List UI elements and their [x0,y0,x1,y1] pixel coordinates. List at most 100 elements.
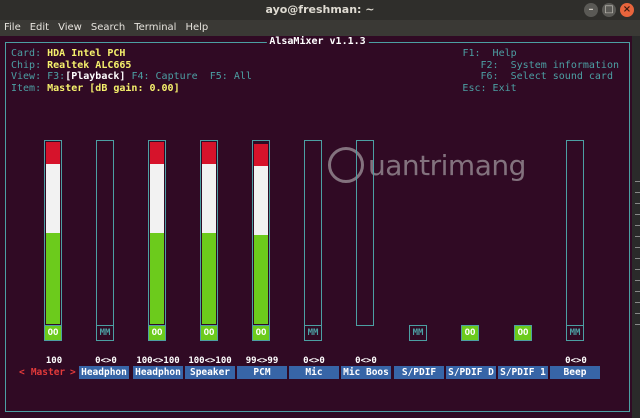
scrollbar-tick [635,269,640,270]
volume-bar[interactable] [252,140,270,326]
selection-arrow-left: < [19,367,25,378]
minimize-icon[interactable]: – [584,3,598,17]
chip-value: Realtek ALC665 [47,59,132,71]
scrollbar-tick [635,280,640,281]
channel-name[interactable]: Master [26,366,70,379]
card-value: HDA Intel PCH [47,48,126,59]
selection-arrow-right: > [70,367,76,378]
help-f6: F6: Select sound card [480,71,613,82]
level-red [254,143,268,166]
channel-name[interactable]: S/PDIF 1 [498,366,548,379]
scrollbar-tick [635,225,640,226]
scrollbar-tick [635,302,640,303]
menu-help[interactable]: Help [185,20,208,36]
volume-bar[interactable] [96,140,114,326]
volume-bar[interactable] [44,140,62,326]
channel-name[interactable]: Beep [550,366,600,379]
card-label: Card: [11,48,42,59]
mute-toggle[interactable]: OO [252,325,270,341]
menu-edit[interactable]: Edit [30,20,49,36]
window-title: ayo@freshman: ~ [265,3,375,16]
close-icon[interactable]: × [620,3,634,17]
menubar: File Edit View Search Terminal Help [0,20,640,36]
scrollbar-tick [635,192,640,193]
volume-bar[interactable] [356,140,374,326]
help-f1: F1: Help [462,48,517,59]
scrollbar-tick [635,203,640,204]
level-green [202,233,216,324]
channel-name[interactable]: Headphon [79,366,129,379]
channel-value: 0<>0 [565,356,587,366]
scrollbar-tick [635,291,640,292]
channel-value: 0<>0 [355,356,377,366]
mute-toggle[interactable]: OO [461,325,479,341]
mute-toggle[interactable]: MM [566,325,584,341]
level-red [202,142,216,164]
mute-toggle[interactable]: MM [96,325,114,341]
item-label: Item: [11,82,42,94]
mute-toggle[interactable]: MM [304,325,322,341]
scrollbar-tick [635,258,640,259]
level-white [202,164,216,233]
level-white [150,164,164,233]
mute-toggle[interactable]: OO [148,325,166,341]
channel-value: 100<>100 [188,356,232,366]
volume-bar[interactable] [304,140,322,326]
scrollbar-tick [635,324,640,325]
view-playback[interactable]: [Playback] [65,71,125,82]
help-f2: F2: System information [480,59,619,71]
item-info: Item: Master [dB gain: 0.00] [11,83,180,95]
help-esc: Esc: Exit [462,82,517,94]
mute-toggle[interactable]: OO [44,325,62,341]
card-info: Card: HDA Intel PCH [11,48,125,60]
volume-bar[interactable] [200,140,218,326]
menu-terminal[interactable]: Terminal [134,20,176,36]
volume-bar[interactable] [148,140,166,326]
menu-search[interactable]: Search [91,20,125,36]
mute-toggle[interactable]: OO [514,325,532,341]
level-red [46,142,60,164]
channel-value: 0<>0 [303,356,325,366]
menu-view[interactable]: View [58,20,82,36]
view-all[interactable]: F5: All [210,71,252,82]
chip-info: Chip: Realtek ALC665 [11,60,131,72]
channel-value: 99<>99 [245,356,279,366]
channel-name[interactable]: S/PDIF D [446,366,496,379]
level-white [254,165,268,235]
channel-name[interactable]: Mic Boos [341,366,391,379]
channel-name[interactable]: S/PDIF [394,366,444,379]
mixer-title: AlsaMixer v1.1.3 [266,36,369,48]
maximize-icon[interactable]: □ [602,3,616,17]
mute-toggle[interactable]: MM [409,325,427,341]
mixer-frame: AlsaMixer v1.1.3 Card: HDA Intel PCH Chi… [5,36,630,412]
scrollbar-tick [635,247,640,248]
channel-value: 100<>100 [136,356,180,366]
view-f3: F3: [47,71,66,82]
chip-label: Chip: [11,59,42,71]
level-red [150,142,164,164]
volume-bar[interactable] [566,140,584,326]
level-green [46,233,60,324]
scrollbar[interactable] [632,36,640,418]
mute-toggle[interactable]: OO [200,325,218,341]
view-info: View: F3:[Playback] F4: Capture F5: All [11,71,252,83]
scrollbar-tick [635,313,640,314]
channel-name[interactable]: PCM [237,366,287,379]
scrollbar-tick [635,236,640,237]
menu-file[interactable]: File [4,20,21,36]
item-value: Master [dB gain: 0.00] [47,82,180,94]
terminal-area[interactable]: AlsaMixer v1.1.3 Card: HDA Intel PCH Chi… [0,36,632,418]
channel-value: 0<>0 [95,356,117,366]
view-capture[interactable]: F4: Capture [131,71,197,82]
channel-name[interactable]: Speaker [185,366,235,379]
window-titlebar: ayo@freshman: ~ – □ × [0,0,640,20]
watermark-text: uantrimang [368,149,526,182]
scrollbar-tick [635,214,640,215]
channel-name[interactable]: Headphon [133,366,183,379]
channel-name[interactable]: Mic [289,366,339,379]
level-green [254,234,268,324]
level-green [150,233,164,324]
view-label: View: [11,71,42,82]
scrollbar-tick [635,181,640,182]
channel-value: 100 [45,356,63,366]
